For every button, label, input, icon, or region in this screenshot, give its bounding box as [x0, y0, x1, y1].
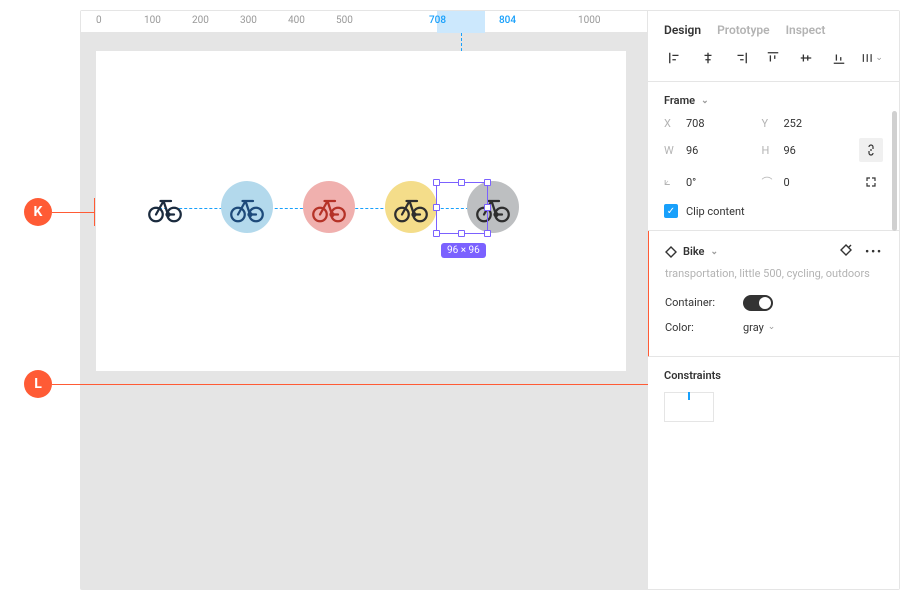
ruler-tick-selected: 708: [429, 15, 446, 26]
bike-variant-plain[interactable]: [139, 181, 191, 233]
width-field[interactable]: W 96: [664, 144, 750, 157]
bike-icon: [229, 189, 265, 225]
container-label: Container:: [665, 296, 743, 309]
resize-handle-ne[interactable]: [484, 179, 491, 186]
go-to-main-icon[interactable]: [839, 243, 853, 260]
align-center-v-icon[interactable]: [795, 47, 817, 69]
component-section: Bike ⌄ ••• transportation, little 500, c…: [647, 231, 899, 357]
height-field[interactable]: H 96: [762, 144, 848, 157]
ruler-tick: 300: [240, 15, 257, 26]
x-value: 708: [686, 117, 705, 130]
align-center-h-icon[interactable]: [697, 47, 719, 69]
constraints-title: Constraints: [664, 369, 883, 382]
radius-value: 0: [784, 176, 790, 189]
panel-tabs: Design Prototype Inspect: [648, 11, 899, 47]
ruler-tick-selected: 804: [499, 15, 516, 26]
resize-handle-w[interactable]: [433, 204, 440, 211]
ruler-tick: 0: [96, 15, 102, 26]
constraint-top-indicator: [688, 392, 690, 400]
frame-section-title[interactable]: Frame ⌄: [664, 94, 883, 107]
chevron-down-icon: ⌄: [768, 322, 776, 332]
h-value: 96: [784, 144, 796, 157]
ruler-tick: 100: [144, 15, 161, 26]
resize-handle-n[interactable]: [458, 179, 465, 186]
container-toggle[interactable]: [743, 295, 773, 311]
constraints-section: Constraints: [648, 357, 899, 434]
resize-handle-s[interactable]: [458, 230, 465, 237]
w-value: 96: [686, 144, 698, 157]
resize-handle-se[interactable]: [484, 230, 491, 237]
x-label: X: [664, 117, 678, 130]
annotation-l-badge: L: [24, 370, 52, 398]
ruler-tick: 200: [192, 15, 209, 26]
component-description: transportation, little 500, cycling, out…: [665, 266, 883, 283]
rotation-icon: ⟀: [664, 175, 678, 189]
y-field[interactable]: Y 252: [762, 117, 848, 130]
tab-design[interactable]: Design: [664, 23, 701, 37]
align-top-icon[interactable]: [762, 47, 784, 69]
annotation-l-line: [52, 384, 648, 385]
scrollbar-thumb[interactable]: [892, 111, 897, 231]
more-icon[interactable]: •••: [865, 245, 883, 258]
w-label: W: [664, 144, 678, 157]
constraints-title-text: Constraints: [664, 369, 721, 382]
align-right-icon[interactable]: [730, 47, 752, 69]
distribute-icon[interactable]: ⌄: [861, 47, 883, 69]
radius-icon: ⌒: [762, 174, 776, 190]
align-left-icon[interactable]: [664, 47, 686, 69]
chevron-down-icon: ⌄: [710, 247, 718, 257]
annotation-k-tick: [94, 198, 95, 226]
ruler-tick: 500: [336, 15, 353, 26]
ruler-horizontal[interactable]: 0 100 200 300 400 500 708 804 1000: [81, 11, 647, 33]
tab-inspect[interactable]: Inspect: [786, 23, 826, 37]
individual-corners-icon[interactable]: [859, 170, 883, 194]
constrain-proportions-icon[interactable]: [859, 138, 883, 162]
constraints-widget[interactable]: [664, 392, 714, 422]
bike-variant-blue[interactable]: [221, 181, 273, 233]
bike-icon: [393, 189, 429, 225]
tab-prototype[interactable]: Prototype: [717, 23, 770, 37]
frame-title-text: Frame: [664, 94, 695, 107]
color-value: gray: [743, 321, 764, 334]
ruler-tick: 400: [288, 15, 305, 26]
resize-handle-e[interactable]: [484, 204, 491, 211]
clip-content-checkbox[interactable]: ✓: [664, 204, 678, 218]
ruler-tick: 1000: [578, 15, 600, 26]
dimension-badge: 96 × 96: [441, 243, 486, 258]
align-bottom-icon[interactable]: [828, 47, 850, 69]
y-value: 252: [784, 117, 803, 130]
canvas-area[interactable]: 0 100 200 300 400 500 708 804 1000: [81, 11, 647, 589]
component-name-text: Bike: [683, 245, 704, 258]
resize-handle-nw[interactable]: [433, 179, 440, 186]
design-panel: Design Prototype Inspect ⌄ Frame ⌄ X708 …: [647, 11, 899, 589]
color-label: Color:: [665, 321, 743, 334]
rotation-value: 0°: [686, 176, 696, 189]
y-label: Y: [762, 117, 776, 130]
frame-section: Frame ⌄ X708 Y252 W96 H96 ⟀0° ⌒0 ✓ Clip …: [648, 82, 899, 231]
radius-field[interactable]: ⌒0: [762, 174, 848, 190]
component-name[interactable]: Bike ⌄: [665, 245, 718, 258]
annotation-k-line: [52, 212, 94, 213]
bike-variant-red[interactable]: [303, 181, 355, 233]
bike-variant-yellow[interactable]: [385, 181, 437, 233]
chevron-down-icon: ⌄: [701, 96, 709, 106]
bike-icon: [147, 189, 183, 225]
x-field[interactable]: X 708: [664, 117, 750, 130]
app-window: 0 100 200 300 400 500 708 804 1000: [80, 10, 900, 590]
h-label: H: [762, 144, 776, 157]
resize-handle-sw[interactable]: [433, 230, 440, 237]
clip-content-row[interactable]: ✓ Clip content: [664, 204, 883, 218]
instance-icon: [665, 246, 677, 258]
rotation-field[interactable]: ⟀ 0°: [664, 175, 750, 189]
bike-icon: [311, 189, 347, 225]
selection-box[interactable]: [436, 182, 488, 234]
annotation-k-badge: K: [24, 198, 52, 226]
alignment-tools: ⌄: [648, 47, 899, 82]
clip-content-label: Clip content: [686, 205, 745, 218]
color-dropdown[interactable]: gray ⌄: [743, 321, 775, 334]
